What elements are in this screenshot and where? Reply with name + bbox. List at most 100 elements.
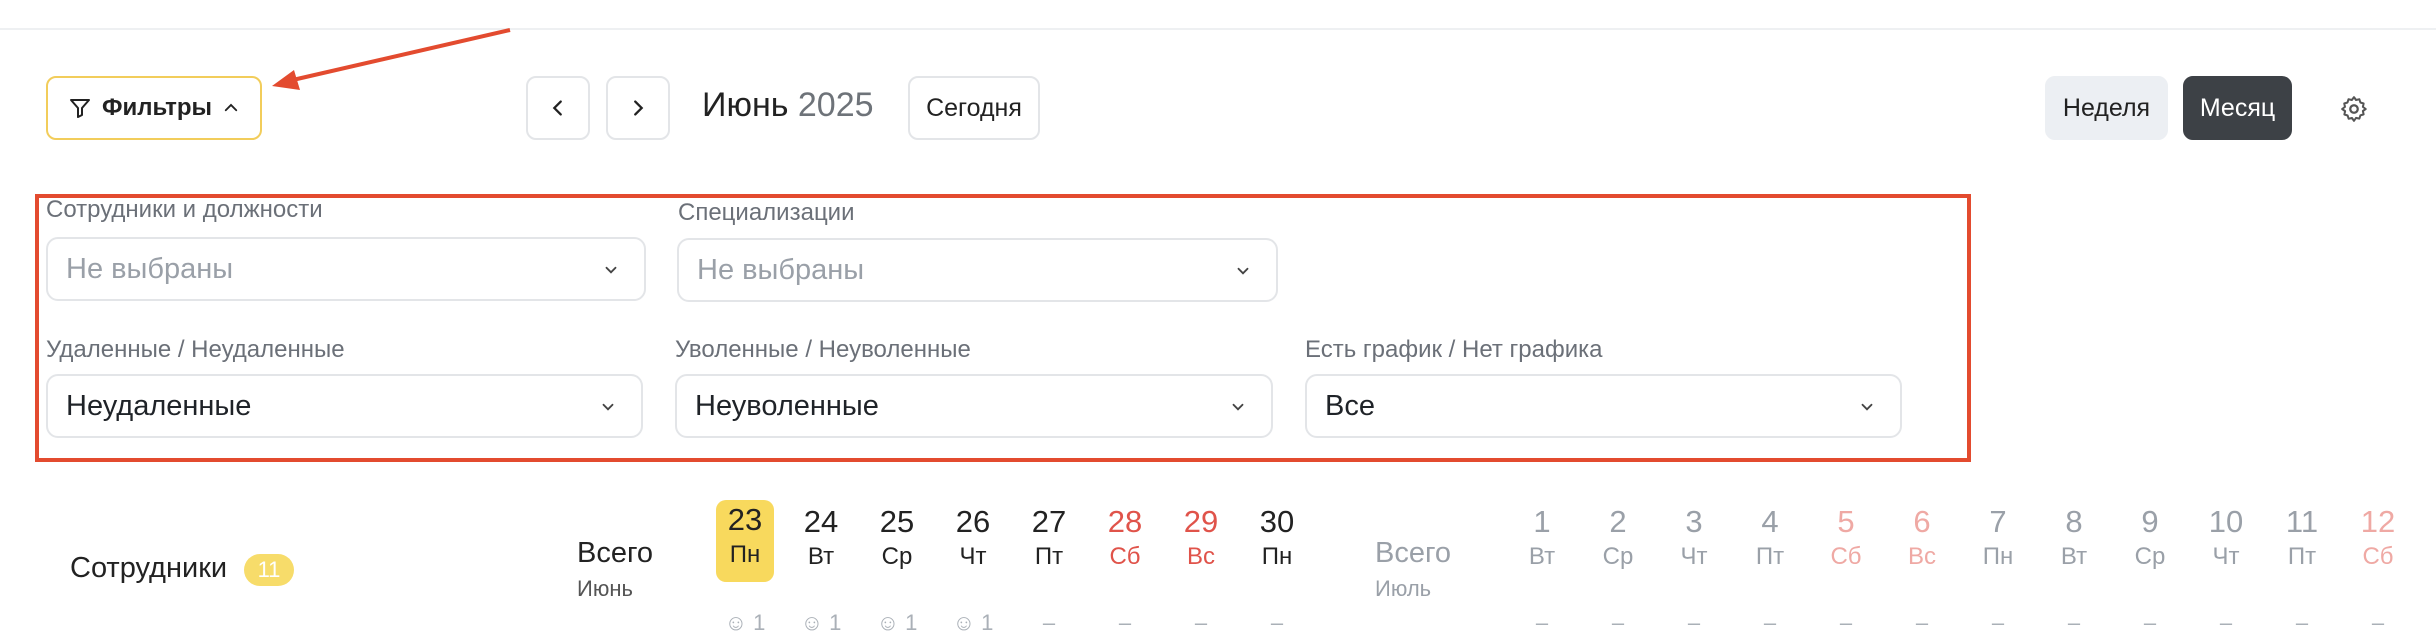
calendar-day-6[interactable]: 6 Вс (1893, 502, 1951, 572)
day-weekday: Пн (1261, 543, 1293, 570)
day-weekday: Пн (729, 541, 761, 568)
settings-button[interactable] (2334, 89, 2374, 129)
employees-select[interactable]: Не выбраны (46, 237, 646, 301)
day-weekday: Вс (1907, 543, 1936, 570)
calendar-day-10[interactable]: 10 Чт (2197, 502, 2255, 572)
day-number: 10 (2208, 504, 2244, 539)
chevron-up-icon (224, 103, 238, 112)
day-staff-count: – (1763, 610, 1777, 635)
calendar-day-5[interactable]: 5 Сб (1817, 502, 1875, 572)
day-staff-count: – (1839, 610, 1853, 635)
day-weekday: Пн (1982, 543, 2014, 570)
calendar-day-11[interactable]: 11 Пт (2273, 502, 2331, 572)
calendar-day-7[interactable]: 7 Пн (1969, 502, 2027, 572)
employees-column-label: Сотрудники (70, 552, 228, 584)
day-weekday: Вт (2060, 543, 2088, 570)
week-view-button[interactable]: Неделя (2045, 76, 2168, 140)
day-staff-count: – (2219, 610, 2233, 635)
day-staff-count: – (1270, 610, 1284, 635)
total-label: Всего (1375, 537, 1452, 569)
day-number: 7 (1989, 504, 2007, 539)
day-staff-count: – (1687, 610, 1701, 635)
day-weekday: Ср (1602, 543, 1634, 570)
calendar-day-24[interactable]: 24 Вт (792, 502, 850, 572)
dismissed-filter-label: Уволенные / Неуволенные (675, 336, 971, 363)
calendar-day-8[interactable]: 8 Вт (2045, 502, 2103, 572)
calendar-day-23[interactable]: 23 Пн (716, 500, 774, 582)
filters-label: Фильтры (101, 94, 213, 121)
day-staff-count: – (1991, 610, 2005, 635)
employees-filter-label: Сотрудники и должности (46, 196, 323, 223)
calendar-day-9[interactable]: 9 Ср (2121, 502, 2179, 572)
filter-icon (69, 99, 90, 118)
chevron-down-icon (1237, 267, 1249, 275)
day-number: 25 (879, 504, 915, 539)
day-staff-count: ☺ 1 (800, 610, 842, 635)
day-weekday: Вт (807, 543, 835, 570)
calendar-day-3[interactable]: 3 Чт (1665, 502, 1723, 572)
june-total-header: Всего Июнь (577, 537, 653, 602)
day-weekday: Сб (1830, 543, 1862, 570)
day-number: 5 (1837, 504, 1855, 539)
day-number: 29 (1183, 504, 1219, 539)
day-staff-count: ☺ 1 (952, 610, 994, 635)
prev-month-button[interactable] (526, 76, 590, 140)
today-button[interactable]: Сегодня (908, 76, 1040, 140)
day-number: 23 (727, 502, 763, 537)
gear-icon (2341, 96, 2367, 122)
chevron-right-icon (634, 100, 644, 116)
calendar-day-28[interactable]: 28 Сб (1096, 502, 1154, 572)
month-name: Июнь (702, 86, 789, 124)
day-number: 24 (803, 504, 839, 539)
month-view-button[interactable]: Месяц (2183, 76, 2292, 140)
dismissed-select-value: Неуволенные (695, 389, 879, 422)
annotation-arrow-icon (272, 28, 511, 90)
calendar-day-27[interactable]: 27 Пт (1020, 502, 1078, 572)
day-number: 4 (1761, 504, 1779, 539)
day-number: 27 (1031, 504, 1067, 539)
day-weekday: Пт (1034, 543, 1064, 570)
calendar-day-25[interactable]: 25 Ср (868, 502, 926, 572)
year: 2025 (797, 86, 874, 124)
day-number: 26 (955, 504, 991, 539)
employees-select-value: Не выбраны (66, 252, 234, 285)
total-label: Всего (577, 537, 654, 569)
deleted-select[interactable]: Неудаленные (46, 374, 643, 438)
calendar-day-29[interactable]: 29 Вс (1172, 502, 1230, 572)
june-label: Июнь (577, 576, 633, 601)
calendar-day-1[interactable]: 1 Вт (1513, 502, 1571, 572)
chevron-down-icon (605, 266, 617, 274)
schedule-filter-label: Есть график / Нет графика (1305, 336, 1603, 363)
deleted-filter-label: Удаленные / Неудаленные (46, 336, 345, 363)
day-number: 8 (2065, 504, 2083, 539)
calendar-day-4[interactable]: 4 Пт (1741, 502, 1799, 572)
chevron-down-icon (602, 403, 614, 411)
calendar-day-26[interactable]: 26 Чт (944, 502, 1002, 572)
day-weekday: Чт (959, 543, 987, 570)
next-month-button[interactable] (606, 76, 670, 140)
day-weekday: Чт (2212, 543, 2240, 570)
day-number: 6 (1913, 504, 1931, 539)
calendar-day-12[interactable]: 12 Сб (2349, 502, 2407, 572)
chevron-left-icon (552, 100, 562, 116)
day-number: 12 (2360, 504, 2396, 539)
chevron-down-icon (1232, 403, 1244, 411)
specializations-select[interactable]: Не выбраны (677, 238, 1278, 302)
day-staff-count: – (1915, 610, 1929, 635)
filters-toggle-button[interactable]: Фильтры (46, 76, 262, 140)
day-number: 2 (1609, 504, 1627, 539)
day-weekday: Чт (1680, 543, 1708, 570)
calendar-day-2[interactable]: 2 Ср (1589, 502, 1647, 572)
dismissed-select[interactable]: Неуволенные (675, 374, 1273, 438)
day-weekday: Ср (881, 543, 913, 570)
day-weekday: Пт (1755, 543, 1785, 570)
calendar-day-30[interactable]: 30 Пн (1248, 502, 1306, 572)
day-weekday: Сб (2362, 543, 2394, 570)
day-number: 11 (2285, 504, 2319, 539)
schedule-select[interactable]: Все (1305, 374, 1902, 438)
july-total-header: Всего Июль (1375, 537, 1451, 602)
day-staff-count: – (1611, 610, 1625, 635)
day-staff-count: – (2295, 610, 2309, 635)
day-staff-count: – (2371, 610, 2385, 635)
day-number: 9 (2141, 504, 2159, 539)
